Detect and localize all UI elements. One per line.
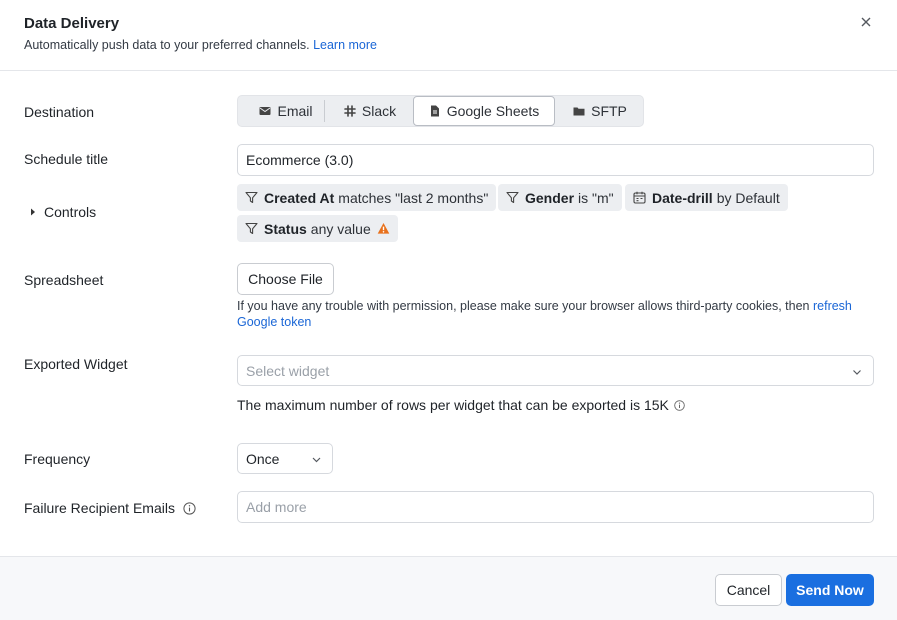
learn-more-link[interactable]: Learn more — [313, 38, 377, 52]
destination-label: Destination — [24, 104, 95, 120]
failure-emails-label: Failure Recipient Emails — [24, 500, 175, 516]
dialog-subtitle: Automatically push data to your preferre… — [24, 38, 377, 52]
warning-icon — [377, 223, 390, 234]
caret-right-icon — [31, 208, 35, 216]
info-icon — [674, 399, 685, 411]
chevron-down-icon — [312, 457, 321, 463]
filter-condition: matches "last 2 months" — [338, 189, 489, 206]
filter-condition: is "m" — [578, 189, 614, 206]
destination-selector: Email Slack Google Sheets SFTP — [237, 95, 644, 127]
close-icon[interactable] — [856, 12, 876, 32]
controls-toggle[interactable]: Controls — [29, 204, 96, 220]
filter-chip-status[interactable]: Status any value — [237, 215, 398, 242]
controls-label: Controls — [44, 204, 97, 220]
filter-field: Created At — [264, 189, 335, 206]
destination-slack-tab[interactable]: Slack — [330, 98, 410, 124]
subtitle-text: Automatically push data to your preferre… — [24, 38, 310, 52]
destination-google-sheets-tab[interactable]: Google Sheets — [413, 96, 555, 126]
exported-widget-label: Exported Widget — [24, 356, 128, 372]
destination-email-tab[interactable]: Email — [246, 98, 326, 124]
dialog-header: Data Delivery Automatically push data to… — [0, 0, 897, 71]
failure-emails-label-wrap: Failure Recipient Emails — [24, 500, 196, 516]
destination-slack-label: Slack — [361, 103, 397, 119]
spreadsheet-help: If you have any trouble with permission,… — [237, 298, 877, 330]
dialog-footer: Cancel Send Now — [0, 556, 897, 620]
destination-sftp-label: SFTP — [591, 103, 627, 119]
filter-chip-date-drill[interactable]: Date-drill by Default — [625, 184, 788, 211]
filter-field: Status — [264, 220, 307, 237]
info-icon[interactable] — [183, 501, 196, 515]
widget-select-placeholder: Select widget — [246, 362, 330, 379]
frequency-select[interactable]: Once — [237, 443, 333, 474]
destination-email-label: Email — [277, 103, 313, 119]
slack-icon — [344, 105, 356, 117]
spreadsheet-label: Spreadsheet — [24, 272, 104, 288]
filter-field: Date-drill — [652, 189, 713, 206]
dialog-title: Data Delivery — [24, 15, 120, 32]
frequency-value: Once — [246, 450, 280, 467]
failure-emails-placeholder: Add more — [246, 499, 307, 515]
filter-condition: by Default — [716, 189, 780, 206]
widget-export-note-text: The maximum number of rows per widget th… — [237, 397, 669, 413]
divider — [324, 100, 325, 122]
filter-chip-created-at[interactable]: Created At matches "last 2 months" — [237, 184, 497, 211]
filter-icon — [245, 222, 258, 235]
cancel-button[interactable]: Cancel — [715, 574, 782, 606]
folder-icon — [573, 107, 585, 116]
spreadsheet-help-text: If you have any trouble with permission,… — [237, 299, 810, 313]
widget-export-note: The maximum number of rows per widget th… — [237, 397, 685, 413]
mail-icon — [259, 107, 271, 115]
schedule-title-input[interactable]: Ecommerce (3.0) — [237, 144, 874, 176]
frequency-label: Frequency — [24, 451, 91, 467]
filter-icon — [506, 191, 519, 204]
filter-chip-gender[interactable]: Gender is "m" — [498, 184, 622, 211]
document-icon — [430, 105, 439, 117]
chevron-down-icon — [853, 370, 861, 375]
destination-google-sheets-label: Google Sheets — [446, 103, 540, 119]
failure-emails-input[interactable]: Add more — [237, 491, 874, 523]
destination-sftp-tab[interactable]: SFTP — [560, 98, 640, 124]
choose-file-button[interactable]: Choose File — [237, 263, 334, 295]
filter-icon — [245, 191, 258, 204]
calendar-icon — [633, 191, 646, 204]
widget-select[interactable]: Select widget — [237, 355, 874, 386]
filter-field: Gender — [525, 189, 575, 206]
schedule-title-value: Ecommerce (3.0) — [246, 152, 354, 168]
send-now-button[interactable]: Send Now — [786, 574, 874, 606]
schedule-title-label: Schedule title — [24, 151, 109, 167]
filter-condition: any value — [310, 220, 371, 237]
